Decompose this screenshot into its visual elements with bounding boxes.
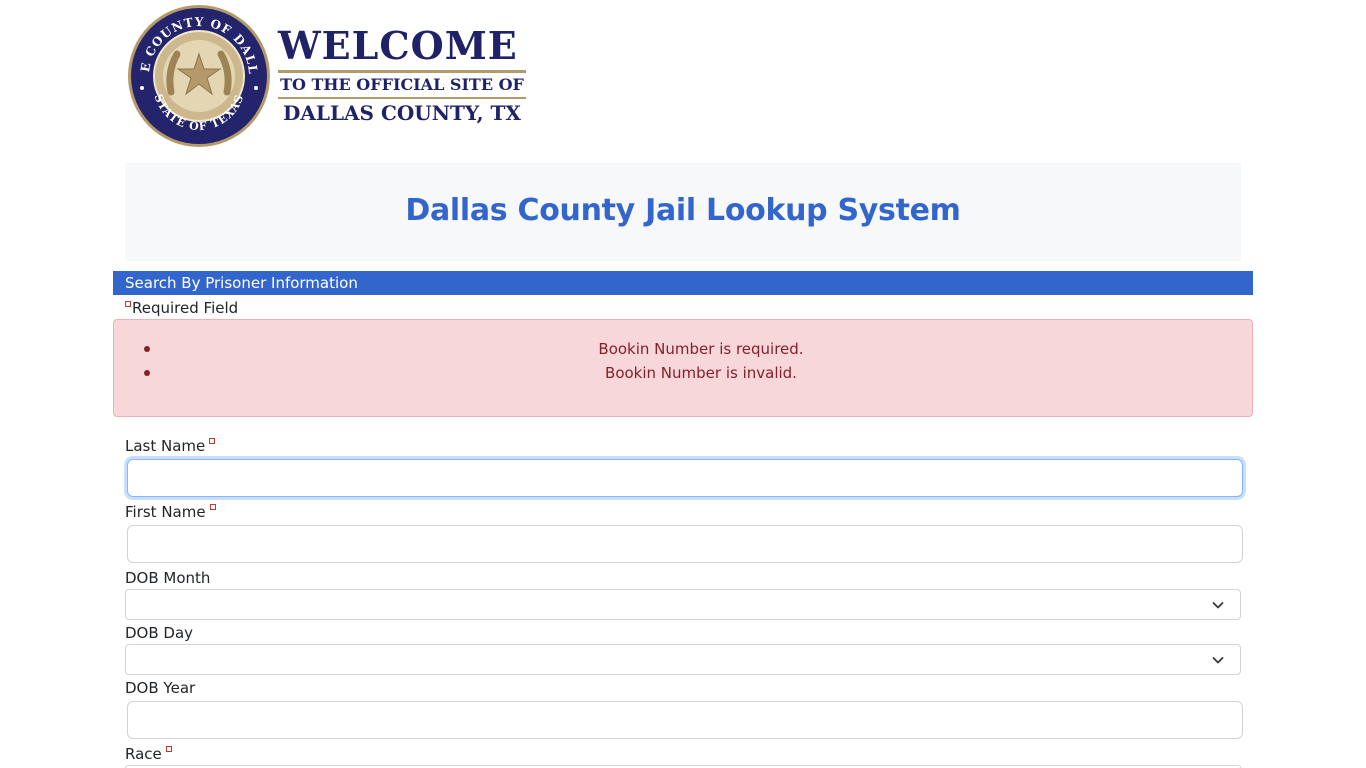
welcome-county: DALLAS COUNTY, TX [278, 97, 526, 127]
county-seal-icon: THE COUNTY OF DALLAS STATE OF TEXAS [127, 4, 270, 147]
last-name-label-text: Last Name [125, 437, 206, 455]
required-marker-icon [209, 504, 216, 510]
site-logo[interactable]: THE COUNTY OF DALLAS STATE OF TEXAS WELC… [127, 4, 537, 150]
welcome-banner: WELCOME TO THE OFFICIAL SITE OF DALLAS C… [278, 24, 528, 127]
page: THE COUNTY OF DALLAS STATE OF TEXAS WELC… [0, 0, 1366, 768]
error-list: Bookin Number is required. Bookin Number… [114, 339, 1254, 387]
first-name-label-text: First Name [125, 503, 206, 521]
dob-year-input[interactable] [127, 701, 1243, 739]
error-message: Bookin Number is invalid. [605, 364, 797, 382]
welcome-subtitle: TO THE OFFICIAL SITE OF [280, 75, 524, 94]
error-alert: Bookin Number is required. Bookin Number… [113, 319, 1253, 417]
required-marker-icon [209, 438, 216, 444]
error-item: Bookin Number is required. [114, 339, 1254, 363]
last-name-label: Last Name [125, 436, 216, 456]
first-name-label: First Name [125, 502, 217, 522]
required-marker-icon [165, 746, 172, 752]
dob-day-label: DOB Day [125, 624, 194, 642]
race-label-text: Race [125, 745, 162, 763]
welcome-title: WELCOME [278, 23, 518, 68]
error-message: Bookin Number is required. [598, 340, 804, 358]
bullet-icon [144, 370, 150, 376]
required-marker-icon [125, 301, 131, 307]
welcome-divider [278, 70, 526, 73]
error-item: Bookin Number is invalid. [114, 363, 1254, 387]
chevron-down-icon [1212, 657, 1224, 664]
chevron-down-icon [1212, 602, 1224, 609]
section-header: Search By Prisoner Information [113, 271, 1253, 295]
race-label: Race [125, 744, 173, 764]
dob-month-select[interactable] [125, 589, 1241, 620]
title-banner: Dallas County Jail Lookup System [125, 163, 1241, 261]
first-name-input[interactable] [127, 525, 1243, 563]
dob-year-label: DOB Year [125, 679, 196, 697]
required-field-note: Required Field [125, 298, 238, 318]
bullet-icon [144, 346, 150, 352]
dob-month-label: DOB Month [125, 569, 211, 587]
last-name-input[interactable] [127, 459, 1243, 497]
dob-day-select[interactable] [125, 644, 1241, 675]
required-note-text: Required Field [132, 299, 239, 317]
page-title: Dallas County Jail Lookup System [405, 193, 961, 228]
